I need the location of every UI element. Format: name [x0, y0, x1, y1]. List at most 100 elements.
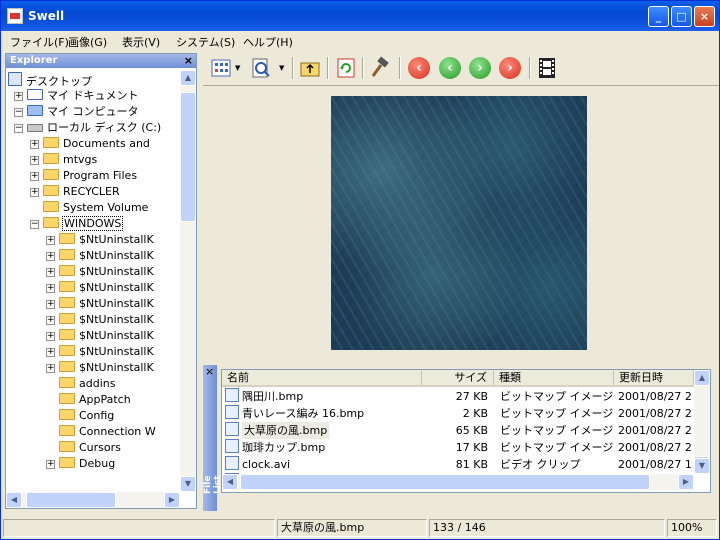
tree-hscrollbar[interactable]: ◀ ▶ [6, 492, 180, 508]
tree-node[interactable]: + $NtUninstallK [46, 280, 154, 296]
scroll-up-icon[interactable]: ▲ [694, 370, 710, 386]
tree-node[interactable]: Connection W [46, 424, 156, 440]
image-viewer[interactable] [203, 85, 719, 364]
maximize-button[interactable]: □ [671, 6, 692, 27]
folder-icon [59, 265, 75, 276]
file-row[interactable]: 珈琲カップ.bmp 17 KB ビットマップ イメージ 2001/08/27 2 [222, 439, 692, 456]
collapse-icon[interactable]: − [14, 124, 23, 133]
expand-icon[interactable]: + [46, 348, 55, 357]
expand-icon[interactable]: + [30, 172, 39, 181]
tree-vscrollbar[interactable]: ▲ ▼ [180, 70, 196, 492]
tree-node[interactable]: addins [46, 376, 115, 392]
tree-node[interactable]: + $NtUninstallK [46, 360, 154, 376]
tree-node[interactable]: Cursors [46, 440, 121, 456]
column-type[interactable]: 種類 [494, 370, 614, 385]
explorer-close-button[interactable]: × [184, 54, 193, 68]
scroll-down-icon[interactable]: ▼ [694, 458, 710, 474]
tree-node[interactable]: + $NtUninstallK [46, 232, 154, 248]
scroll-up-icon[interactable]: ▲ [180, 70, 196, 86]
file-row[interactable]: 隅田川.bmp 27 KB ビットマップ イメージ 2001/08/27 2 [222, 388, 692, 405]
expand-icon[interactable]: + [46, 236, 55, 245]
minimize-button[interactable]: _ [648, 6, 669, 27]
displayed-image [331, 96, 587, 350]
hscroll-thumb[interactable] [240, 474, 650, 490]
scroll-thumb[interactable] [180, 92, 196, 222]
scroll-right-icon[interactable]: ▶ [678, 474, 694, 490]
tree-node[interactable]: + $NtUninstallK [46, 264, 154, 280]
drive-icon [27, 124, 43, 132]
file-row[interactable]: 青いレース編み 16.bmp 2 KB ビットマップ イメージ 2001/08/27 … [222, 405, 692, 422]
expand-icon[interactable]: + [46, 460, 55, 469]
expand-icon[interactable]: + [14, 92, 23, 101]
expand-icon[interactable]: + [46, 268, 55, 277]
menu-help[interactable]: ヘルプ(H) [243, 34, 293, 50]
next-image-icon[interactable]: › [469, 57, 491, 79]
last-image-icon[interactable]: › [499, 57, 521, 79]
list-vscrollbar[interactable]: ▲ ▼ [694, 370, 710, 474]
scroll-right-icon[interactable]: ▶ [164, 492, 180, 508]
folder-icon [59, 329, 75, 340]
column-size[interactable]: サイズ [422, 370, 494, 385]
app-icon[interactable] [7, 8, 23, 24]
folder-icon [59, 249, 75, 260]
refresh-icon[interactable] [334, 56, 358, 80]
expand-icon[interactable]: + [46, 300, 55, 309]
chevron-down-icon[interactable]: ▼ [279, 64, 284, 72]
expand-icon[interactable]: + [46, 284, 55, 293]
column-date[interactable]: 更新日時 [614, 370, 694, 385]
expand-icon[interactable]: + [30, 156, 39, 165]
thumbnail-view-icon[interactable] [209, 56, 233, 80]
scroll-down-icon[interactable]: ▼ [180, 476, 196, 492]
tree-node[interactable]: デスクトップ [8, 72, 92, 88]
zoom-page-icon[interactable] [249, 56, 273, 80]
previous-image-icon[interactable]: ‹ [439, 57, 461, 79]
tree-node[interactable]: System Volume [30, 200, 148, 216]
tree-node[interactable]: − マイ コンピュータ [14, 104, 139, 120]
tree-node[interactable]: + マイ ドキュメント [14, 88, 139, 104]
tree-node[interactable]: − WINDOWS [30, 216, 124, 232]
collapse-icon[interactable]: − [14, 108, 23, 117]
close-button[interactable]: × [694, 6, 715, 27]
menu-file[interactable]: ファイル(F) [10, 34, 69, 50]
tree-node[interactable]: + RECYCLER [30, 184, 120, 200]
tree-node[interactable]: + Program Files [30, 168, 137, 184]
tree-node[interactable]: + $NtUninstallK [46, 296, 154, 312]
collapse-icon[interactable]: − [30, 220, 39, 229]
hammer-icon[interactable] [368, 56, 392, 80]
tree-node-label: RECYCLER [63, 185, 120, 198]
folder-tree[interactable]: デスクトップ + マイ ドキュメント − マイ コンピュータ − ローカル ディスク (C:… [6, 70, 180, 492]
expand-icon[interactable]: + [46, 252, 55, 261]
scroll-left-icon[interactable]: ◀ [222, 474, 238, 490]
tree-node[interactable]: + mtvgs [30, 152, 97, 168]
slideshow-film-icon[interactable] [535, 56, 559, 80]
file-row[interactable]: clock.avi 81 KB ビデオ クリップ 2001/08/27 1 [222, 456, 692, 473]
list-hscrollbar[interactable]: ◀ ▶ [222, 474, 694, 490]
title-bar[interactable]: Swell _ □ × [1, 1, 719, 31]
menu-view[interactable]: 表示(V) [122, 34, 160, 50]
scroll-left-icon[interactable]: ◀ [6, 492, 22, 508]
column-name[interactable]: 名前 [222, 370, 422, 385]
file-row[interactable]: 大草原の風.bmp 65 KB ビットマップ イメージ 2001/08/27 2 [222, 422, 692, 439]
chevron-down-icon[interactable]: ▼ [235, 64, 240, 72]
expand-icon[interactable]: + [30, 140, 39, 149]
menu-image[interactable]: 画像(G) [68, 34, 107, 50]
tree-node[interactable]: + Documents and [30, 136, 150, 152]
first-image-icon[interactable]: ‹ [408, 57, 430, 79]
tree-node[interactable]: Config [46, 408, 114, 424]
tree-node[interactable]: + $NtUninstallK [46, 312, 154, 328]
expand-icon[interactable]: + [46, 332, 55, 341]
tree-node[interactable]: + $NtUninstallK [46, 328, 154, 344]
parent-folder-icon[interactable] [298, 56, 322, 80]
file-list[interactable]: 名前 サイズ 種類 更新日時 隅田川.bmp 27 KB ビットマップ イメージ 20… [221, 369, 711, 493]
menu-system[interactable]: システム(S) [176, 34, 235, 50]
hscroll-thumb[interactable] [26, 492, 116, 508]
tree-node[interactable]: + $NtUninstallK [46, 248, 154, 264]
tree-node[interactable]: + Debug [46, 456, 115, 472]
tree-node[interactable]: AppPatch [46, 392, 131, 408]
expand-icon[interactable]: + [30, 188, 39, 197]
expand-icon[interactable]: + [46, 316, 55, 325]
tree-node[interactable]: − ローカル ディスク (C:) [14, 120, 161, 136]
file-list-close-button[interactable]: × [205, 365, 214, 378]
expand-icon[interactable]: + [46, 364, 55, 373]
tree-node[interactable]: + $NtUninstallK [46, 344, 154, 360]
